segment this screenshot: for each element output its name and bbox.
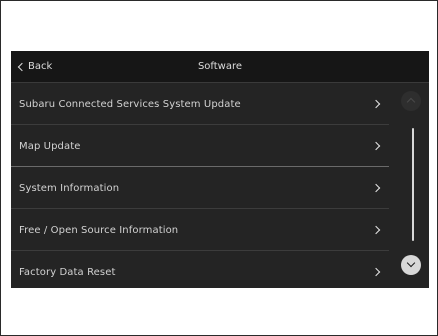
menu-item-label: System Information [19,182,120,194]
menu-item-label: Factory Data Reset [19,266,116,278]
chevron-right-icon [371,183,381,193]
scrollbar[interactable] [412,128,414,241]
menu-item-open-source-information[interactable]: Free / Open Source Information [11,209,401,251]
scroll-down-button[interactable] [401,255,421,275]
infotainment-screen: Back Software Subaru Connected Services … [11,51,429,288]
chevron-right-icon [371,225,381,235]
menu-item-map-update[interactable]: Map Update [11,125,401,167]
menu-item-label: Free / Open Source Information [19,224,179,236]
chevron-down-icon [406,258,416,268]
chevron-left-icon [17,62,27,71]
header-bar: Back Software [11,51,429,83]
chevron-up-icon [406,97,416,107]
photo-frame: Back Software Subaru Connected Services … [0,0,438,336]
scroll-up-button[interactable] [401,91,421,111]
menu-item-system-information[interactable]: System Information [11,167,401,209]
chevron-right-icon [371,141,381,151]
menu-item-label: Subaru Connected Services System Update [19,98,241,110]
back-label: Back [28,61,53,72]
software-menu-list: Subaru Connected Services System Update … [11,83,401,288]
menu-item-label: Map Update [19,140,81,152]
chevron-right-icon [371,99,381,109]
menu-item-system-update[interactable]: Subaru Connected Services System Update [11,83,401,125]
chevron-right-icon [371,267,381,277]
menu-item-factory-data-reset[interactable]: Factory Data Reset [11,251,401,288]
page-title: Software [197,61,243,72]
back-button[interactable]: Back [17,51,52,82]
